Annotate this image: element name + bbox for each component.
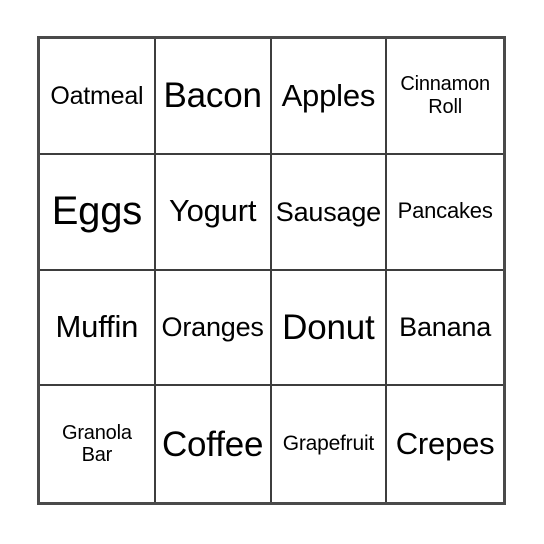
bingo-cell[interactable]: Coffee	[156, 386, 272, 502]
bingo-cell-label: Apples	[281, 77, 376, 113]
bingo-cell-label: Coffee	[161, 424, 264, 464]
bingo-cell-label: Crepes	[395, 425, 495, 461]
bingo-cell[interactable]: Pancakes	[387, 155, 503, 271]
bingo-cell[interactable]: Cinnamon Roll	[387, 39, 503, 155]
bingo-cell-label: Banana	[399, 312, 492, 343]
bingo-cell-label: Eggs	[51, 189, 143, 234]
bingo-cell[interactable]: Apples	[271, 39, 388, 155]
bingo-cell-label: Muffin	[55, 309, 139, 345]
bingo-cell-label: Oranges	[161, 312, 264, 343]
bingo-cell-label: Oatmeal	[50, 81, 144, 110]
bingo-cell[interactable]: Crepes	[387, 386, 503, 502]
bingo-cell-label: Donut	[282, 307, 375, 347]
bingo-cell-label: Sausage	[275, 196, 381, 227]
bingo-cell[interactable]: Eggs	[40, 154, 156, 271]
bingo-cell[interactable]: Grapefruit	[272, 386, 388, 502]
bingo-cell-label: Pancakes	[397, 198, 493, 224]
bingo-grid: Oatmeal Bacon Apples Cinnamon Roll Eggs Yogur…	[37, 36, 506, 505]
bingo-card-canvas: Oatmeal Bacon Apples Cinnamon Roll Eggs Yogur…	[0, 0, 544, 544]
bingo-cell-label: Bacon	[163, 76, 262, 116]
bingo-cell[interactable]: Yogurt	[155, 154, 272, 271]
bingo-cell[interactable]: Bacon	[155, 39, 272, 155]
bingo-cell[interactable]: Muffin	[40, 270, 156, 387]
bingo-cell[interactable]: Granola Bar	[40, 386, 156, 502]
bingo-cell[interactable]: Banana	[387, 271, 503, 387]
bingo-cell[interactable]: Oatmeal	[40, 39, 156, 155]
bingo-cell[interactable]: Oranges	[155, 270, 272, 387]
bingo-cell-label: Grapefruit	[282, 432, 375, 456]
bingo-cell-label: Cinnamon Roll	[400, 73, 490, 118]
bingo-cell-label: Granola Bar	[61, 421, 132, 467]
bingo-cell-label: Yogurt	[168, 193, 257, 229]
bingo-cell[interactable]: Sausage	[271, 154, 388, 271]
bingo-cell[interactable]: Donut	[271, 270, 388, 387]
